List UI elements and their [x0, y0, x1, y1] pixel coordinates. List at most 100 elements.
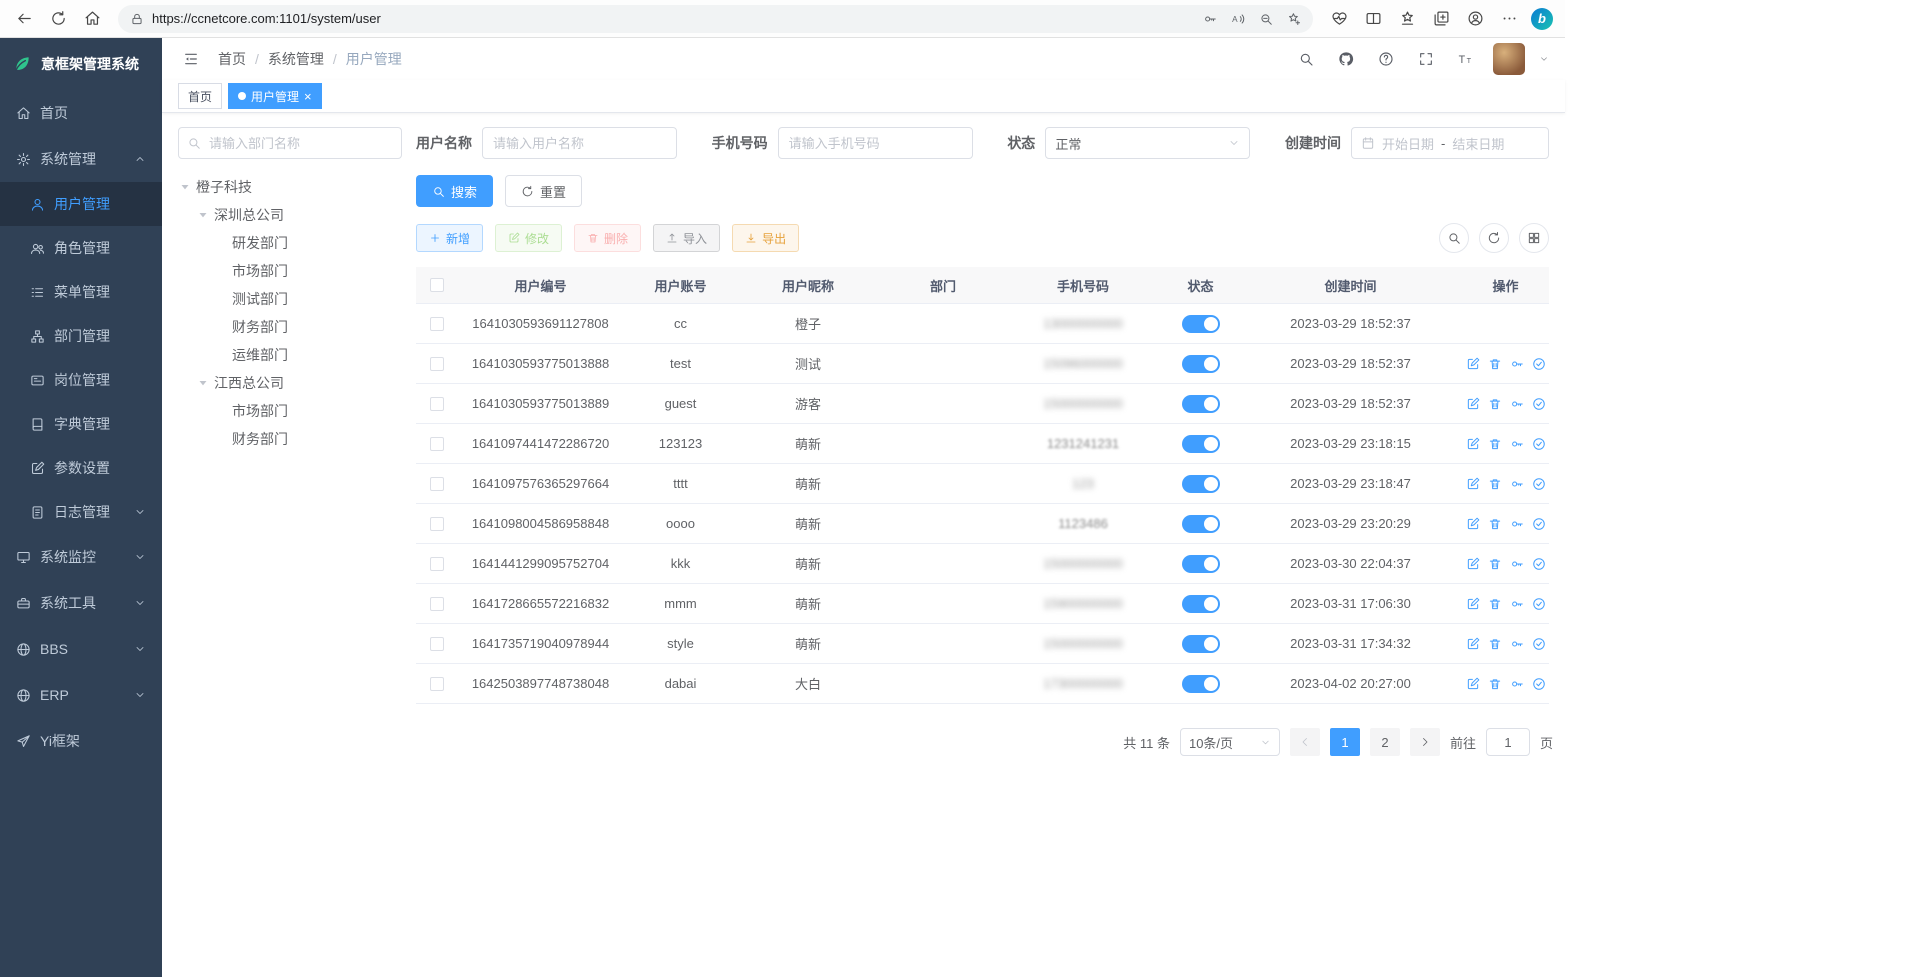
page-button-1[interactable]: 1: [1330, 728, 1360, 756]
user-avatar[interactable]: [1493, 43, 1525, 75]
delete-action[interactable]: [1488, 557, 1502, 571]
reset-password-action[interactable]: [1510, 557, 1524, 571]
browser-profile-button[interactable]: [1459, 4, 1491, 34]
reset-button[interactable]: 重置: [505, 175, 582, 207]
breadcrumb-home[interactable]: 首页: [218, 49, 246, 69]
row-checkbox[interactable]: [430, 557, 444, 571]
back-button[interactable]: [8, 4, 40, 34]
font-size-button[interactable]: TT: [1453, 46, 1479, 72]
sidebar-item-monitor[interactable]: 系统监控: [0, 534, 162, 580]
settings-more-button[interactable]: [1493, 4, 1525, 34]
edit-action[interactable]: [1466, 597, 1480, 611]
status-toggle[interactable]: [1182, 635, 1220, 653]
sidebar-item-menu[interactable]: 菜单管理: [0, 270, 162, 314]
row-checkbox[interactable]: [430, 517, 444, 531]
page-button-2[interactable]: 2: [1370, 728, 1400, 756]
delete-action[interactable]: [1488, 357, 1502, 371]
sidebar-item-home[interactable]: 首页: [0, 90, 162, 136]
tree-node[interactable]: 深圳总公司: [178, 201, 402, 229]
reset-password-action[interactable]: [1510, 477, 1524, 491]
tab-user-management[interactable]: 用户管理 ×: [228, 83, 322, 109]
refresh-table-button[interactable]: [1479, 223, 1509, 253]
row-checkbox[interactable]: [430, 357, 444, 371]
tree-node[interactable]: 江西总公司: [178, 369, 402, 397]
github-button[interactable]: [1333, 46, 1359, 72]
assign-role-action[interactable]: [1532, 517, 1546, 531]
collections-button[interactable]: [1425, 4, 1457, 34]
status-toggle[interactable]: [1182, 315, 1220, 333]
edit-action[interactable]: [1466, 437, 1480, 451]
sidebar-item-log[interactable]: 日志管理: [0, 490, 162, 534]
edit-action[interactable]: [1466, 357, 1480, 371]
next-page-button[interactable]: [1410, 728, 1440, 756]
date-range-picker[interactable]: 开始日期 - 结束日期: [1351, 127, 1549, 159]
password-button[interactable]: [1197, 6, 1223, 32]
edit-action[interactable]: [1466, 477, 1480, 491]
assign-role-action[interactable]: [1532, 397, 1546, 411]
close-icon[interactable]: ×: [304, 90, 312, 103]
select-all-checkbox[interactable]: [430, 278, 444, 292]
row-checkbox[interactable]: [430, 597, 444, 611]
add-favorite-button[interactable]: [1281, 6, 1307, 32]
assign-role-action[interactable]: [1532, 637, 1546, 651]
status-toggle[interactable]: [1182, 435, 1220, 453]
status-toggle[interactable]: [1182, 355, 1220, 373]
sidebar-item-dict[interactable]: 字典管理: [0, 402, 162, 446]
docs-button[interactable]: [1373, 46, 1399, 72]
edit-button[interactable]: 修改: [495, 224, 562, 252]
sidebar-item-user[interactable]: 用户管理: [0, 182, 162, 226]
sidebar-item-yi[interactable]: Yi框架: [0, 718, 162, 764]
toggle-search-button[interactable]: [1439, 223, 1469, 253]
tree-node[interactable]: 财务部门: [178, 425, 402, 453]
favorites-button[interactable]: [1391, 4, 1423, 34]
assign-role-action[interactable]: [1532, 677, 1546, 691]
sidebar-item-tool[interactable]: 系统工具: [0, 580, 162, 626]
assign-role-action[interactable]: [1532, 437, 1546, 451]
delete-action[interactable]: [1488, 397, 1502, 411]
row-checkbox[interactable]: [430, 317, 444, 331]
tree-node[interactable]: 财务部门: [178, 313, 402, 341]
sidebar-item-role[interactable]: 角色管理: [0, 226, 162, 270]
phone-input[interactable]: [778, 127, 973, 159]
goto-page-input[interactable]: [1486, 728, 1530, 756]
row-checkbox[interactable]: [430, 437, 444, 451]
delete-action[interactable]: [1488, 677, 1502, 691]
delete-action[interactable]: [1488, 637, 1502, 651]
edit-action[interactable]: [1466, 637, 1480, 651]
browser-essentials-button[interactable]: [1323, 4, 1355, 34]
assign-role-action[interactable]: [1532, 477, 1546, 491]
reset-password-action[interactable]: [1510, 357, 1524, 371]
assign-role-action[interactable]: [1532, 357, 1546, 371]
tree-node[interactable]: 市场部门: [178, 397, 402, 425]
page-size-select[interactable]: 10条/页: [1180, 728, 1280, 756]
sidebar-toggle-button[interactable]: [178, 46, 204, 72]
breadcrumb-system[interactable]: 系统管理: [268, 49, 324, 69]
tree-node[interactable]: 研发部门: [178, 229, 402, 257]
prev-page-button[interactable]: [1290, 728, 1320, 756]
status-toggle[interactable]: [1182, 675, 1220, 693]
avatar-caret-icon[interactable]: [1539, 54, 1549, 64]
assign-role-action[interactable]: [1532, 557, 1546, 571]
delete-action[interactable]: [1488, 517, 1502, 531]
zoom-button[interactable]: [1253, 6, 1279, 32]
tab-home[interactable]: 首页: [178, 83, 222, 109]
tree-node[interactable]: 测试部门: [178, 285, 402, 313]
address-bar[interactable]: https://ccnetcore.com:1101/system/user A: [118, 5, 1313, 33]
status-toggle[interactable]: [1182, 395, 1220, 413]
sidebar-item-system[interactable]: 系统管理: [0, 136, 162, 182]
row-checkbox[interactable]: [430, 637, 444, 651]
read-aloud-button[interactable]: A: [1225, 6, 1251, 32]
dept-search-input[interactable]: [178, 127, 402, 159]
search-button[interactable]: 搜索: [416, 175, 493, 207]
status-toggle[interactable]: [1182, 515, 1220, 533]
edit-action[interactable]: [1466, 557, 1480, 571]
reload-button[interactable]: [42, 4, 74, 34]
reset-password-action[interactable]: [1510, 397, 1524, 411]
reset-password-action[interactable]: [1510, 677, 1524, 691]
edit-action[interactable]: [1466, 517, 1480, 531]
row-checkbox[interactable]: [430, 677, 444, 691]
header-search-button[interactable]: [1293, 46, 1319, 72]
edit-action[interactable]: [1466, 677, 1480, 691]
sidebar-item-dept[interactable]: 部门管理: [0, 314, 162, 358]
sidebar-item-config[interactable]: 参数设置: [0, 446, 162, 490]
